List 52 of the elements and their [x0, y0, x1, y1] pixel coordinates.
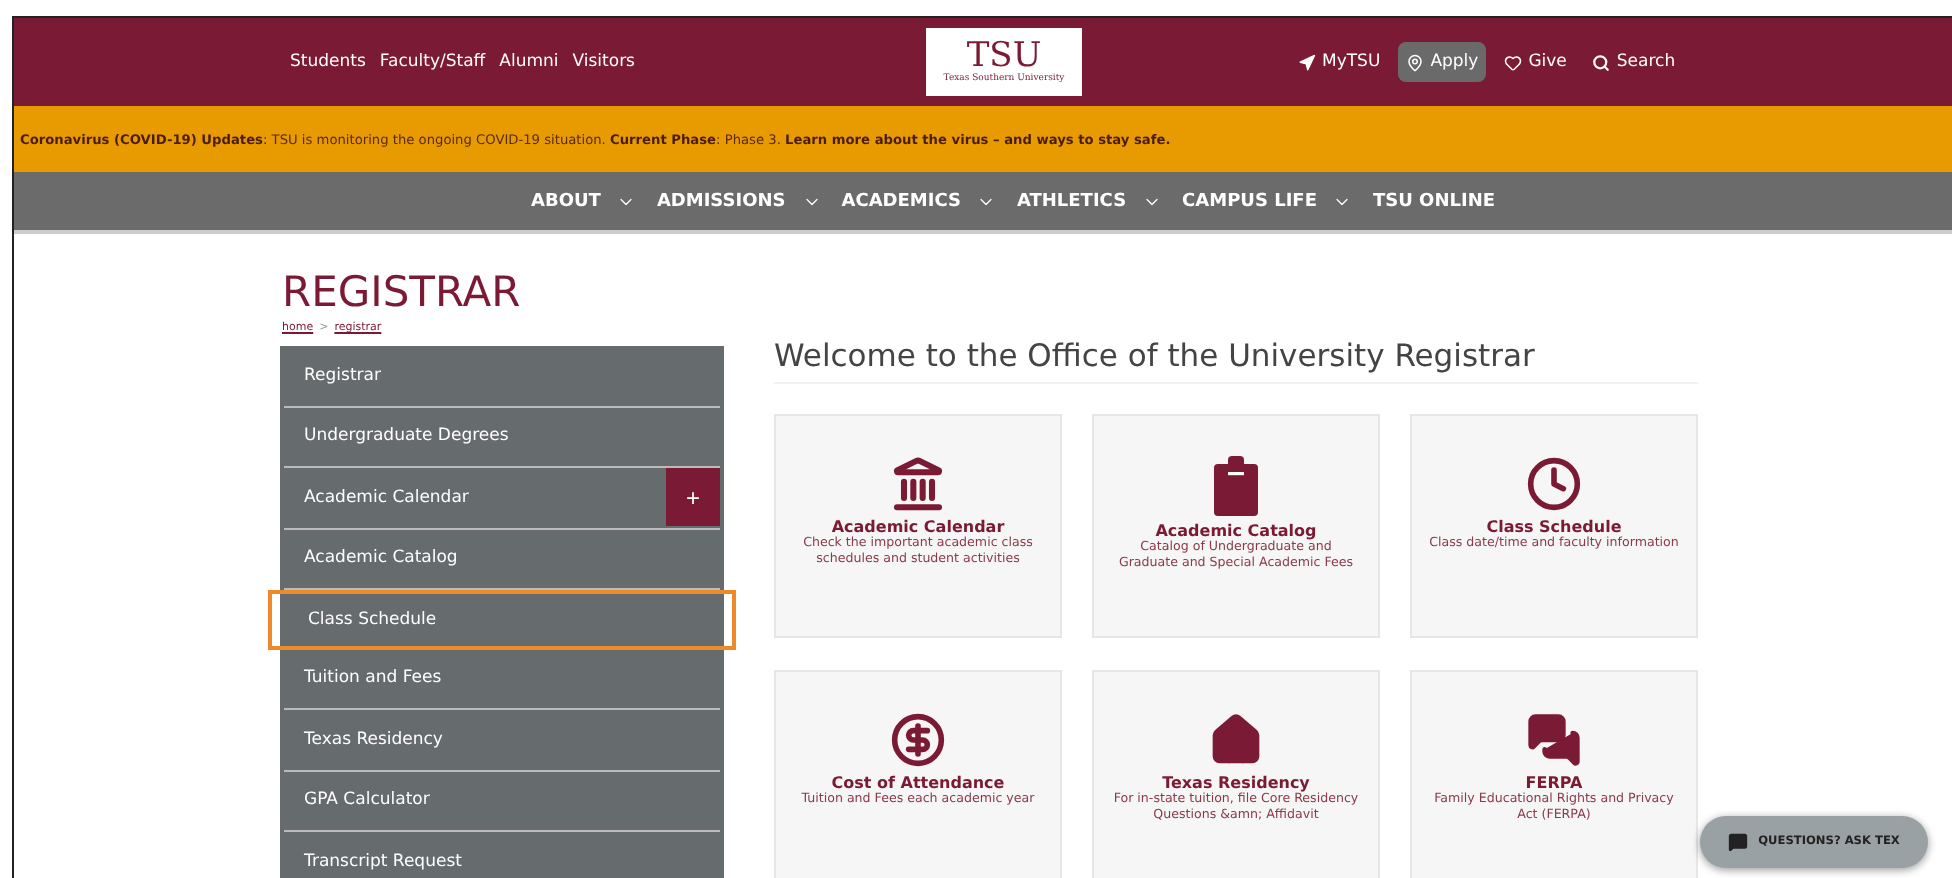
sidebar-item[interactable]: Academic Calendar +	[284, 468, 720, 530]
audience-link[interactable]: Alumni	[499, 52, 559, 72]
clock-icon	[1526, 456, 1582, 512]
card-title: Cost of Attendance	[831, 774, 1005, 792]
heart-icon	[1504, 53, 1523, 71]
card-title: Texas Residency	[1162, 774, 1310, 792]
utility-link[interactable]: Apply	[1398, 42, 1487, 82]
nav-item[interactable]: ABOUT	[531, 191, 637, 211]
utility-link[interactable]: Give	[1496, 42, 1575, 82]
sidebar-item-label: Undergraduate Degrees	[304, 426, 509, 447]
sidebar-item[interactable]: Tuition and Fees	[284, 649, 720, 711]
audience-link[interactable]: Visitors	[572, 52, 635, 72]
card-title: Class Schedule	[1486, 518, 1622, 536]
navigation-arrow-icon	[1298, 53, 1316, 71]
sidebar-item-label: Tuition and Fees	[304, 668, 442, 689]
nav-item[interactable]: ACADEMICS	[841, 191, 997, 211]
dollar-icon	[890, 712, 946, 768]
map-pin-icon	[1406, 53, 1425, 71]
page-title: REGISTRAR	[280, 270, 523, 317]
sidebar-item-label: Academic Catalog	[304, 548, 458, 569]
sidebar-item-label: Class Schedule	[308, 609, 437, 630]
sidebar-item[interactable]: Registrar	[284, 346, 720, 408]
search-icon	[1592, 53, 1611, 71]
card-title: FERPA	[1525, 774, 1583, 792]
chat-bubbles-icon	[1526, 712, 1582, 768]
card-title: Academic Catalog	[1155, 522, 1317, 540]
utility-link[interactable]: MyTSU	[1290, 42, 1389, 82]
logo-wordmark: TSU	[966, 40, 1042, 74]
sidebar-item[interactable]: GPA Calculator	[284, 771, 720, 833]
sidebar-item-label: Registrar	[304, 365, 381, 386]
audience-link[interactable]: Students	[290, 52, 366, 72]
card-title: Academic Calendar	[831, 518, 1005, 536]
sidebar-item-label: Academic Calendar	[304, 487, 469, 508]
bank-icon	[890, 456, 946, 512]
chat-icon	[1728, 832, 1749, 852]
nav-item[interactable]: ADMISSIONS	[656, 191, 822, 211]
sidebar-item[interactable]: Transcript Request	[284, 832, 720, 878]
nav-item[interactable]: ATHLETICS	[1016, 191, 1163, 211]
sidebar-item[interactable]: Texas Residency	[284, 710, 720, 772]
clipboard-icon	[1214, 456, 1258, 516]
nav-item[interactable]: TSU ONLINE	[1372, 191, 1495, 211]
house-icon	[1208, 712, 1264, 768]
sidebar-item-label: GPA Calculator	[304, 790, 430, 811]
welcome-heading: Welcome to the Office of the University Registrar	[774, 338, 1698, 384]
utility-link[interactable]: Search	[1584, 42, 1684, 82]
sidebar-item[interactable]: Class Schedule	[268, 590, 736, 650]
expand-button[interactable]: +	[666, 468, 720, 527]
sidebar-item-label: Transcript Request	[304, 851, 462, 872]
sidebar-item[interactable]: Academic Catalog	[284, 529, 720, 591]
sidebar-item-label: Texas Residency	[304, 729, 443, 750]
audience-link[interactable]: Faculty/Staff	[379, 52, 486, 72]
nav-item[interactable]: CAMPUS LIFE	[1182, 191, 1353, 211]
